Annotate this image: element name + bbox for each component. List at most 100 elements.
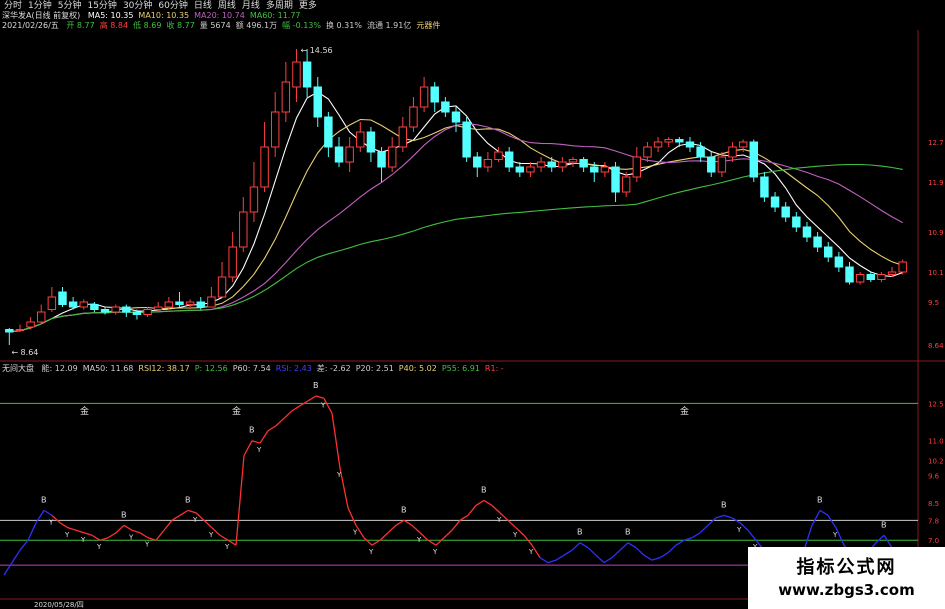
candle-body <box>345 146 354 163</box>
candle-body <box>441 101 450 113</box>
candle-body <box>292 61 301 88</box>
candle-body <box>111 306 120 313</box>
candle-body <box>547 161 556 168</box>
candle-body <box>494 151 503 160</box>
indicator-line-seg <box>667 544 677 554</box>
candle-body <box>398 126 408 148</box>
indicator-line-seg <box>259 430 269 444</box>
candle-body <box>387 146 397 168</box>
candle-body <box>217 276 227 298</box>
watermark: 指标公式网 www.zbgs3.com <box>748 547 945 609</box>
signal-marker-y: Y <box>336 471 342 479</box>
candle-body <box>792 216 801 228</box>
candle-body <box>813 236 822 248</box>
candle-body <box>100 309 110 313</box>
indicator-line-seg <box>283 410 293 419</box>
indicator-tick-label: 12.5 <box>928 400 944 408</box>
indicator-tick-label: 9.6 <box>928 473 940 481</box>
indicator-line-seg <box>187 509 197 514</box>
indicator-line-seg <box>91 534 101 541</box>
indicator-tick-label: 11.0 <box>928 438 944 446</box>
candle-body <box>68 301 78 308</box>
indicator-line-seg <box>875 534 885 544</box>
indicator-line-seg <box>243 440 253 456</box>
candle-body <box>356 131 365 148</box>
candle-body <box>15 329 25 331</box>
indicator-line-seg <box>459 514 469 521</box>
indicator-tick-label: 8.5 <box>928 500 939 508</box>
indicator-line-seg <box>611 549 621 559</box>
indicator-tick-label: 10.2 <box>928 458 944 466</box>
indicator-line-seg <box>411 524 421 534</box>
watermark-url: www.zbgs3.com <box>778 581 915 599</box>
candle-body <box>122 306 131 313</box>
buy-mark: 金 <box>232 405 241 417</box>
indicator-line-seg <box>475 499 485 506</box>
signal-marker-y: Y <box>208 531 214 539</box>
indicator-line-seg <box>587 547 597 556</box>
indicator-line-seg <box>723 514 733 519</box>
signal-marker-b: B <box>817 495 823 504</box>
indicator-line-seg <box>315 395 325 400</box>
candle-body <box>228 246 237 278</box>
indicator-line-seg <box>27 522 37 541</box>
indicator-line-seg <box>307 395 317 402</box>
ma60-line <box>9 163 903 333</box>
indicator-line-seg <box>555 554 565 561</box>
candle-body <box>419 86 429 108</box>
indicator-line-seg <box>203 519 213 529</box>
indicator-line-seg <box>483 499 493 506</box>
indicator-line-seg <box>331 413 341 469</box>
candle-body <box>483 159 493 168</box>
signal-marker-b: B <box>625 528 631 537</box>
candle-body <box>824 246 833 258</box>
candle-body <box>366 131 376 153</box>
indicator-line-seg <box>635 547 645 556</box>
candle-body <box>37 311 46 323</box>
buy-mark: 金 <box>80 405 89 417</box>
signal-marker-y: Y <box>352 528 358 536</box>
indicator-line-seg <box>619 542 629 551</box>
signal-marker-y: Y <box>64 531 70 539</box>
indicator-line-seg <box>171 514 181 521</box>
indicator-line-seg <box>547 559 557 564</box>
indicator-line-seg <box>507 519 517 529</box>
candle-body <box>526 166 535 173</box>
signal-marker-y: Y <box>144 541 150 549</box>
indicator-line-seg <box>107 532 117 539</box>
candle-body <box>143 309 152 315</box>
indicator-line-seg <box>395 519 405 526</box>
price-tick-label: 9.5 <box>928 299 939 307</box>
candle-body <box>239 211 248 248</box>
indicator-line-seg <box>699 524 709 534</box>
candle-body <box>600 166 610 173</box>
indicator-line-seg <box>643 554 653 561</box>
candle-body <box>515 166 525 173</box>
indicator-line-seg <box>123 524 133 531</box>
candle-body <box>302 61 312 88</box>
candle-body <box>270 111 280 148</box>
indicator-line-seg <box>491 504 501 514</box>
candle-body <box>770 196 780 208</box>
candle-body <box>653 141 663 148</box>
candle-body <box>260 146 269 188</box>
candle-body <box>696 146 705 158</box>
indicator-line-seg <box>715 514 725 519</box>
chart-canvas[interactable]: ← 14.56 ← 8.64 12.7 11.9 10.9 10.1 9.5 8.64 B Y Y Y… <box>0 0 945 609</box>
indicator-line-seg <box>819 509 829 516</box>
indicator-line-seg <box>363 537 373 546</box>
signal-marker-b: B <box>313 381 319 390</box>
candle-body <box>5 329 14 333</box>
candle-body <box>324 116 333 148</box>
indicator-line-seg <box>379 532 389 541</box>
indicator-line-seg <box>275 417 285 427</box>
signal-marker-y: Y <box>416 536 422 544</box>
signal-marker-b: B <box>721 500 727 509</box>
candle-body <box>760 176 769 198</box>
candle-body <box>643 146 652 158</box>
indicator-line-seg <box>387 524 397 534</box>
indicator-line-seg <box>11 549 21 563</box>
indicator-line-seg <box>115 524 125 534</box>
indicator-line-seg <box>235 455 245 546</box>
signal-marker-y: Y <box>832 531 838 539</box>
